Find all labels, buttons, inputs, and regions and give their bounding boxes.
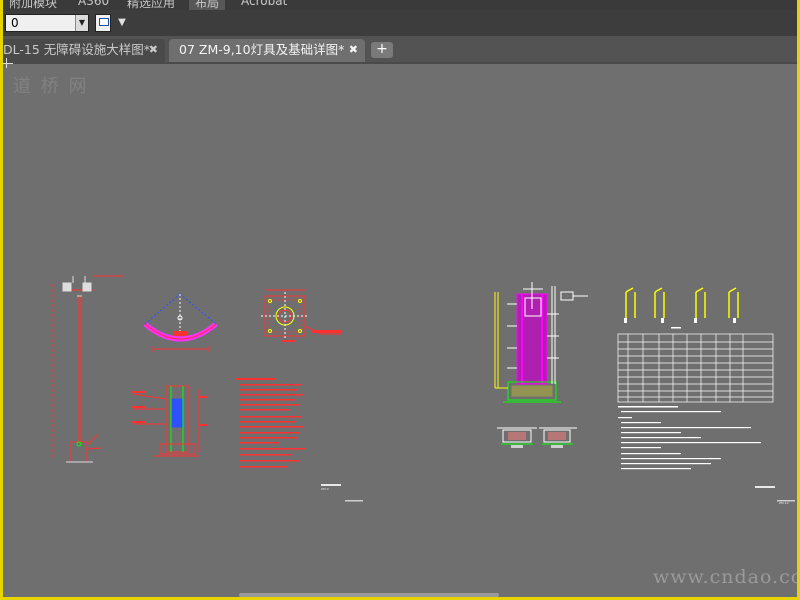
layer-properties-button[interactable] [95,14,111,32]
small-section-left [497,427,537,448]
lamp-pole-elevation [52,275,123,463]
foundation-elevation [494,282,588,403]
layer-dropdown-value: 0 [11,16,19,30]
watermark-top: 道 桥 网 [13,76,89,97]
layer-toolbar: 0 ▼ ▼ [3,10,797,36]
document-tab-label: 07 ZM-9,10灯具及基础详图* [179,42,345,57]
anchor-bolt-details [624,287,739,329]
construction-notes-left [235,378,305,468]
foundation-section [131,385,207,457]
ribbon-tab-a360[interactable]: A360 [78,0,109,8]
ribbon-tab-acrobat[interactable]: Acrobat [241,0,287,8]
toolbar-overflow-button[interactable]: ▼ [115,16,129,30]
new-tab-button[interactable]: + [371,42,393,58]
cad-drawing: ZM-9 ZM-10 [52,275,795,505]
ribbon-tab-strip: 附加模块 A360 精选应用 布局 Acrobat [3,0,797,10]
construction-notes-right [618,406,761,470]
sheet-title-right: ZM-10 [755,486,795,505]
document-tab[interactable]: DL-15 无障碍设施大样图* ✖ [3,39,165,62]
document-tab-active[interactable]: 07 ZM-9,10灯具及基础详图* ✖ [169,39,365,62]
sheet-title-right-text: ZM-10 [779,501,789,505]
ribbon-tab-addons[interactable]: 附加模块 [9,0,57,10]
sheet-title-left-text: ZM-9 [321,487,329,491]
chevron-down-icon[interactable]: ▼ [75,15,88,31]
layer-dropdown[interactable]: 0 ▼ [5,14,89,32]
material-schedule-table [617,333,774,403]
horizontal-scrollbar[interactable] [239,593,499,597]
document-tab-label: DL-15 无障碍设施大样图* [3,42,151,57]
chevron-down-icon: ▼ [118,17,126,28]
close-icon[interactable]: ✖ [349,39,358,61]
application-window: 附加模块 A360 精选应用 布局 Acrobat 0 ▼ ▼ DL-15 无障… [3,0,797,597]
drawing-canvas[interactable]: ZM-9 ZM-10 道 桥 网 www.cndao.c [3,64,797,597]
document-tab-bar: DL-15 无障碍设施大样图* ✖ 07 ZM-9,10灯具及基础详图* ✖ + [3,36,797,64]
close-icon[interactable]: ✖ [149,39,158,61]
ribbon-tab-featured-apps[interactable]: 精选应用 [127,0,175,10]
lamp-arm-plan [143,293,218,352]
watermark-bottom: www.cndao.com [653,566,797,588]
sheet-title-left: ZM-9 [321,484,363,502]
base-plate-plan [261,289,341,342]
small-section-right [539,427,577,448]
ribbon-tab-layout[interactable]: 布局 [189,0,226,10]
monitor-icon [99,18,109,26]
